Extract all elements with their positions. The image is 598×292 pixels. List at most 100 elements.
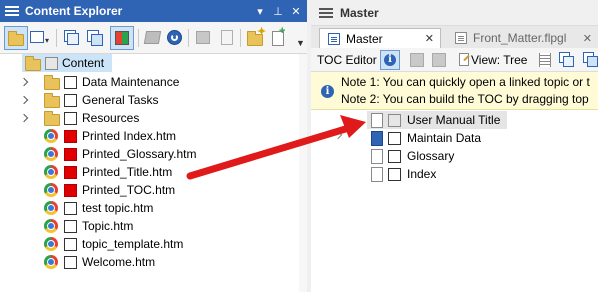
- chrome-icon: [44, 183, 58, 197]
- info-button[interactable]: i: [380, 50, 400, 70]
- toc-item-maintain-data[interactable]: Maintain Data: [369, 129, 569, 147]
- tree-file-printed-title[interactable]: Printed_Title.htm: [0, 163, 299, 181]
- toc-checkbox[interactable]: [388, 168, 401, 181]
- new-window-button[interactable]: [62, 29, 80, 47]
- tab-close-button[interactable]: ✕: [583, 32, 592, 45]
- export-button[interactable]: [194, 29, 212, 47]
- display-options-button[interactable]: ▾: [30, 29, 50, 47]
- tree-checkbox[interactable]: [64, 112, 77, 125]
- grid-view-button[interactable]: [110, 26, 134, 50]
- tree-checkbox[interactable]: [64, 130, 77, 143]
- tree-folder-resources[interactable]: Resources: [0, 109, 299, 127]
- page-icon: [371, 113, 383, 128]
- toc-checkbox[interactable]: [388, 150, 401, 163]
- duplicate-button[interactable]: [86, 29, 104, 47]
- duplicate-toc-button[interactable]: [583, 52, 598, 68]
- tree-checkbox[interactable]: [64, 238, 77, 251]
- page-settings-button[interactable]: [218, 29, 236, 47]
- tree-file-printed-glossary[interactable]: Printed_Glossary.htm: [0, 145, 299, 163]
- sort-disabled-icon[interactable]: [432, 53, 446, 67]
- tree-folder-general-tasks[interactable]: General Tasks: [0, 91, 299, 109]
- toolbar-overflow-icon[interactable]: ▼: [296, 38, 305, 48]
- toc-item-user-manual-title[interactable]: User Manual Title: [369, 111, 569, 129]
- note-line-2: Note 2: You can build the TOC by draggin…: [341, 92, 589, 106]
- tree-file-topic-template[interactable]: topic_template.htm: [0, 235, 299, 253]
- copy-toc-button[interactable]: [559, 52, 575, 68]
- content-explorer-toolbar: ▾ ✦ + ▼: [0, 22, 307, 54]
- folder-view-button[interactable]: [4, 26, 28, 50]
- chrome-icon: [44, 219, 58, 233]
- toc-checkbox[interactable]: [388, 132, 401, 145]
- folder-icon: [8, 31, 24, 46]
- tab-close-button[interactable]: ✕: [425, 32, 434, 45]
- folder-icon: [44, 111, 60, 126]
- panel-title: Master: [340, 5, 379, 20]
- panel-menu-button[interactable]: ▾: [253, 5, 267, 18]
- columns-icon[interactable]: [539, 53, 551, 67]
- link-disabled-icon[interactable]: [410, 53, 424, 67]
- tree-file-topic[interactable]: Topic.htm: [0, 217, 299, 235]
- tree-checkbox[interactable]: [45, 57, 58, 70]
- chevron-right-icon[interactable]: [19, 95, 29, 105]
- tree-checkbox[interactable]: [64, 184, 77, 197]
- info-notes-bar: i Note 1: You can quickly open a linked …: [311, 72, 598, 110]
- toc-editor-panel: Master Master ✕ Front_Matter.flpgl ✕ TOC…: [311, 0, 598, 292]
- panel-close-button[interactable]: ✕: [289, 5, 303, 18]
- refresh-button[interactable]: [166, 29, 184, 47]
- tree-checkbox[interactable]: [64, 166, 77, 179]
- tab-master[interactable]: Master ✕: [319, 28, 441, 48]
- content-explorer-panel: Content Explorer ▾ ⊥ ✕ ▾ ✦ + ▼ Content D…: [0, 0, 307, 292]
- tree-checkbox[interactable]: [64, 202, 77, 215]
- tree-label: topic_template.htm: [82, 237, 184, 251]
- tree-folder-data-maintenance[interactable]: Data Maintenance: [0, 73, 299, 91]
- tree-label: Printed_Title.htm: [82, 165, 173, 179]
- toc-item-index[interactable]: Index: [369, 165, 569, 183]
- page-gray-icon: [221, 30, 233, 45]
- tree-root-content[interactable]: Content: [0, 54, 299, 72]
- chevron-right-icon[interactable]: [333, 130, 343, 140]
- tree-checkbox[interactable]: [64, 256, 77, 269]
- view-mode-dropdown[interactable]: View: Tree: [471, 48, 527, 72]
- tab-front-matter[interactable]: Front_Matter.flpgl ✕: [447, 28, 598, 48]
- tree-checkbox[interactable]: [64, 220, 77, 233]
- tree-checkbox[interactable]: [64, 76, 77, 89]
- info-icon: i: [384, 54, 396, 66]
- tree-file-printed-index[interactable]: Printed Index.htm: [0, 127, 299, 145]
- folder-icon: [44, 75, 60, 90]
- toc-item-label: Maintain Data: [407, 131, 482, 145]
- document-tabs: Master ✕ Front_Matter.flpgl ✕: [311, 26, 598, 48]
- toc-checkbox[interactable]: [388, 114, 401, 127]
- vertical-scrollbar[interactable]: [299, 54, 307, 292]
- import-button[interactable]: [143, 29, 162, 47]
- chrome-icon: [44, 201, 58, 215]
- new-folder-button[interactable]: ✦: [246, 26, 266, 47]
- tree-file-welcome[interactable]: Welcome.htm: [0, 253, 299, 271]
- toc-editor-titlebar: Master: [311, 0, 598, 26]
- export-icon: [196, 31, 210, 44]
- tree-label: Printed Index.htm: [82, 129, 177, 143]
- window-icon: [30, 31, 44, 43]
- dropdown-arrow-icon: ▾: [45, 36, 50, 45]
- tree-label: Printed_Glossary.htm: [82, 147, 197, 161]
- toc-item-glossary[interactable]: Glossary: [369, 147, 569, 165]
- chrome-icon: [44, 147, 58, 161]
- info-icon: i: [321, 85, 334, 98]
- tree-checkbox[interactable]: [64, 94, 77, 107]
- chrome-icon: [44, 255, 58, 269]
- tree-file-printed-toc[interactable]: Printed_TOC.htm: [0, 181, 299, 199]
- view-edit-icon: [459, 53, 469, 66]
- panel-pin-button[interactable]: ⊥: [271, 5, 285, 18]
- note-line-1: Note 1: You can quickly open a linked to…: [341, 75, 590, 89]
- chevron-right-icon[interactable]: [19, 77, 29, 87]
- book-icon: [371, 131, 383, 146]
- tree-file-test-topic[interactable]: test topic.htm: [0, 199, 299, 217]
- new-file-button[interactable]: +: [270, 25, 288, 47]
- toc-file-icon: [328, 32, 340, 45]
- chevron-right-icon[interactable]: [19, 113, 29, 123]
- tree-label: General Tasks: [82, 93, 159, 107]
- panel-grip-icon[interactable]: [319, 7, 333, 18]
- folder-open-icon: [25, 56, 41, 71]
- tree-checkbox[interactable]: [64, 148, 77, 161]
- panel-grip-icon[interactable]: [5, 6, 19, 16]
- tab-label: Master: [346, 31, 383, 46]
